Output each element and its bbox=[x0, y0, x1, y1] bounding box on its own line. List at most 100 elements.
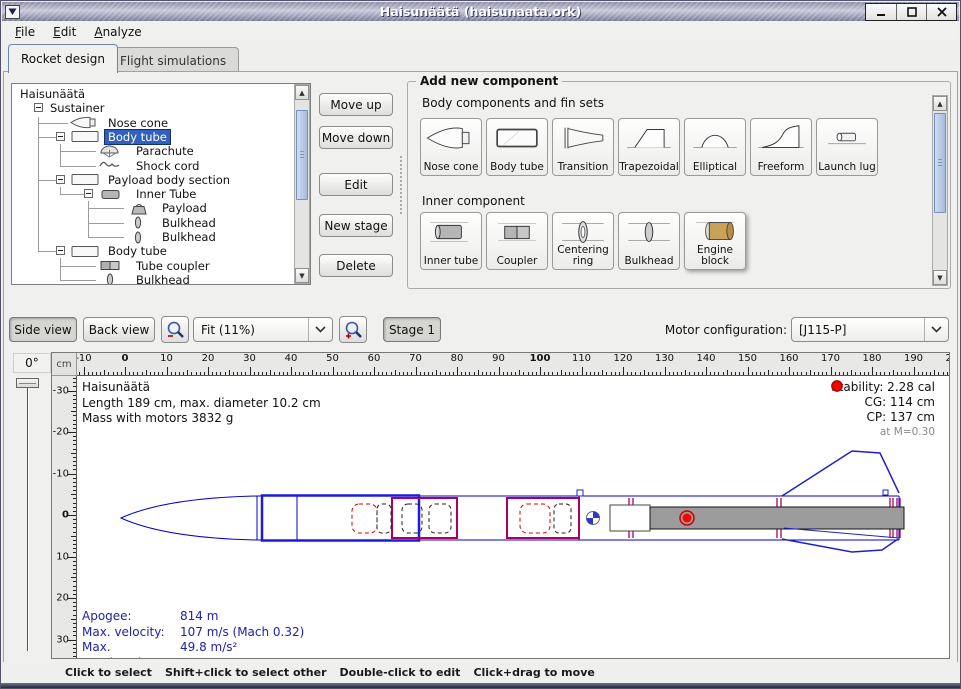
component-tree[interactable]: HaisunäätäSustainerNose coneBody tubePar… bbox=[12, 84, 294, 284]
minimize-icon[interactable] bbox=[866, 4, 896, 20]
tree-expander-icon[interactable] bbox=[56, 132, 65, 141]
tree-item-bulkhead[interactable]: Bulkhead bbox=[12, 216, 294, 230]
add-trapezoidal-fin-button[interactable]: Trapezoidal bbox=[618, 118, 680, 176]
tree-item-label[interactable]: Tube coupler bbox=[133, 259, 213, 273]
tree-item-shock-cord[interactable]: Shock cord bbox=[12, 159, 294, 173]
close-icon[interactable] bbox=[926, 4, 956, 20]
ruler-tick bbox=[73, 507, 76, 508]
menu-file[interactable]: File bbox=[15, 25, 35, 39]
menu-analyze[interactable]: Analyze bbox=[94, 25, 141, 39]
component-scrollbar-thumb[interactable] bbox=[934, 113, 946, 213]
add-inner-tube-button[interactable]: Inner tube bbox=[420, 212, 482, 270]
payload-outline bbox=[429, 504, 451, 533]
ruler-tick bbox=[801, 372, 802, 375]
ruler-label: 100 bbox=[530, 353, 551, 364]
max-acceleration-value: 49.8 m/s² bbox=[180, 640, 237, 658]
rotation-slider-track[interactable] bbox=[27, 381, 29, 651]
stage-1-toggle[interactable]: Stage 1 bbox=[383, 317, 441, 342]
rocket-canvas[interactable]: Haisunäätä Length 189 cm, max. diameter … bbox=[77, 376, 949, 658]
tree-item-label[interactable]: Bulkhead bbox=[159, 216, 219, 230]
tree-item-payload-body-section[interactable]: Payload body section bbox=[12, 173, 294, 187]
tree-item-body-tube[interactable]: Body tube bbox=[12, 130, 294, 144]
tree-item-tube-coupler[interactable]: Tube coupler bbox=[12, 259, 294, 273]
tree-item-label[interactable]: Bulkhead bbox=[133, 273, 193, 284]
add-transition-button[interactable]: Transition bbox=[552, 118, 614, 176]
max-acceleration-label: Max. acceleration: bbox=[82, 640, 180, 658]
tree-item-bulkhead[interactable]: Bulkhead bbox=[12, 230, 294, 244]
tree-item-label[interactable]: Shock cord bbox=[133, 159, 202, 173]
tree-item-label[interactable]: Payload bbox=[159, 201, 210, 215]
tree-expander-icon[interactable] bbox=[34, 103, 43, 112]
tree-item-haisun-t-[interactable]: Haisunäätä bbox=[12, 87, 294, 101]
add-body-tube-button[interactable]: Body tube bbox=[486, 118, 548, 176]
ruler-tick bbox=[73, 490, 76, 491]
delete-button[interactable]: Delete bbox=[319, 254, 393, 277]
scroll-up-icon[interactable]: ▲ bbox=[295, 85, 309, 100]
component-tree-panel: HaisunäätäSustainerNose coneBody tubePar… bbox=[11, 83, 311, 285]
add-freeform-fin-button[interactable]: Freeform bbox=[750, 118, 812, 176]
ruler-tick bbox=[665, 367, 666, 375]
ruler-tick bbox=[73, 415, 76, 416]
tree-item-parachute[interactable]: Parachute bbox=[12, 144, 294, 158]
tree-item-body-tube[interactable]: Body tube bbox=[12, 244, 294, 258]
tree-item-label[interactable]: Body tube bbox=[105, 244, 170, 258]
maximize-icon[interactable] bbox=[896, 4, 926, 20]
rotation-slider-handle[interactable] bbox=[16, 378, 39, 388]
motor-configuration-select[interactable]: [J115-P] bbox=[791, 317, 949, 342]
add-bulkhead-button[interactable]: Bulkhead bbox=[618, 212, 680, 270]
tree-item-label[interactable]: Haisunäätä bbox=[17, 87, 88, 101]
edit-button[interactable]: Edit bbox=[319, 173, 393, 196]
ruler-tick bbox=[374, 367, 375, 375]
tab-rocket-design[interactable]: Rocket design bbox=[8, 44, 118, 73]
move-up-button[interactable]: Move up bbox=[319, 93, 393, 116]
ruler-tick bbox=[262, 372, 263, 375]
tree-item-label[interactable]: Payload body section bbox=[105, 173, 233, 187]
component-panel-scrollbar[interactable]: ▲ ▼ bbox=[932, 95, 948, 286]
move-down-button[interactable]: Move down bbox=[319, 126, 393, 149]
zoom-in-button[interactable] bbox=[339, 316, 367, 343]
ruler-tick bbox=[590, 372, 591, 375]
add-elliptical-fin-button[interactable]: Elliptical bbox=[684, 118, 746, 176]
zoom-level-select[interactable]: Fit (11%) bbox=[193, 317, 333, 342]
tree-item-nose-cone[interactable]: Nose cone bbox=[12, 116, 294, 130]
ruler-tick bbox=[586, 372, 587, 375]
tree-item-label[interactable]: Body tube bbox=[105, 130, 170, 144]
ruler-tick bbox=[73, 631, 76, 632]
menu-edit[interactable]: Edit bbox=[53, 25, 76, 39]
tree-expander-icon[interactable] bbox=[84, 189, 93, 198]
tree-scrollbar-thumb[interactable] bbox=[296, 110, 308, 200]
new-stage-button[interactable]: New stage bbox=[319, 214, 393, 237]
add-centering-ring-button[interactable]: Centering ring bbox=[552, 212, 614, 270]
tab-flight-simulations[interactable]: Flight simulations bbox=[107, 47, 239, 73]
add-coupler-button[interactable]: Coupler bbox=[486, 212, 548, 270]
add-engine-block-button[interactable]: Engine block bbox=[684, 212, 746, 270]
scroll-down-icon[interactable]: ▼ bbox=[933, 270, 947, 285]
ruler-tick bbox=[191, 372, 192, 375]
tree-item-label[interactable]: Inner Tube bbox=[133, 187, 199, 201]
tree-connector bbox=[38, 251, 56, 252]
add-launch-lug-button[interactable]: Launch lug bbox=[816, 118, 878, 176]
tree-expander-icon[interactable] bbox=[56, 175, 65, 184]
ruler-tick bbox=[108, 372, 109, 375]
cg-value: CG: 114 cm bbox=[864, 395, 935, 410]
zoom-out-button[interactable] bbox=[161, 316, 189, 343]
tree-item-label[interactable]: Nose cone bbox=[105, 116, 171, 130]
tree-scrollbar[interactable]: ▲ ▼ bbox=[294, 84, 310, 284]
tree-item-inner-tube[interactable]: Inner Tube bbox=[12, 187, 294, 201]
tree-item-label[interactable]: Bulkhead bbox=[159, 230, 219, 244]
ruler-tick bbox=[843, 372, 844, 375]
ruler-tick bbox=[241, 372, 242, 375]
tree-item-bulkhead[interactable]: Bulkhead bbox=[12, 273, 294, 284]
side-view-button[interactable]: Side view bbox=[9, 317, 77, 342]
tree-item-label[interactable]: Sustainer bbox=[47, 101, 107, 115]
add-nose-cone-button[interactable]: Nose cone bbox=[420, 118, 482, 176]
back-view-button[interactable]: Back view bbox=[83, 317, 155, 342]
tree-item-payload[interactable]: Payload bbox=[12, 201, 294, 215]
tree-expander-icon[interactable] bbox=[56, 246, 65, 255]
body-tube-icon bbox=[70, 130, 102, 144]
body-tube-icon bbox=[489, 121, 545, 155]
scroll-up-icon[interactable]: ▲ bbox=[933, 96, 947, 111]
tree-item-label[interactable]: Parachute bbox=[133, 144, 197, 158]
scroll-down-icon[interactable]: ▼ bbox=[295, 268, 309, 283]
tree-item-sustainer[interactable]: Sustainer bbox=[12, 101, 294, 115]
